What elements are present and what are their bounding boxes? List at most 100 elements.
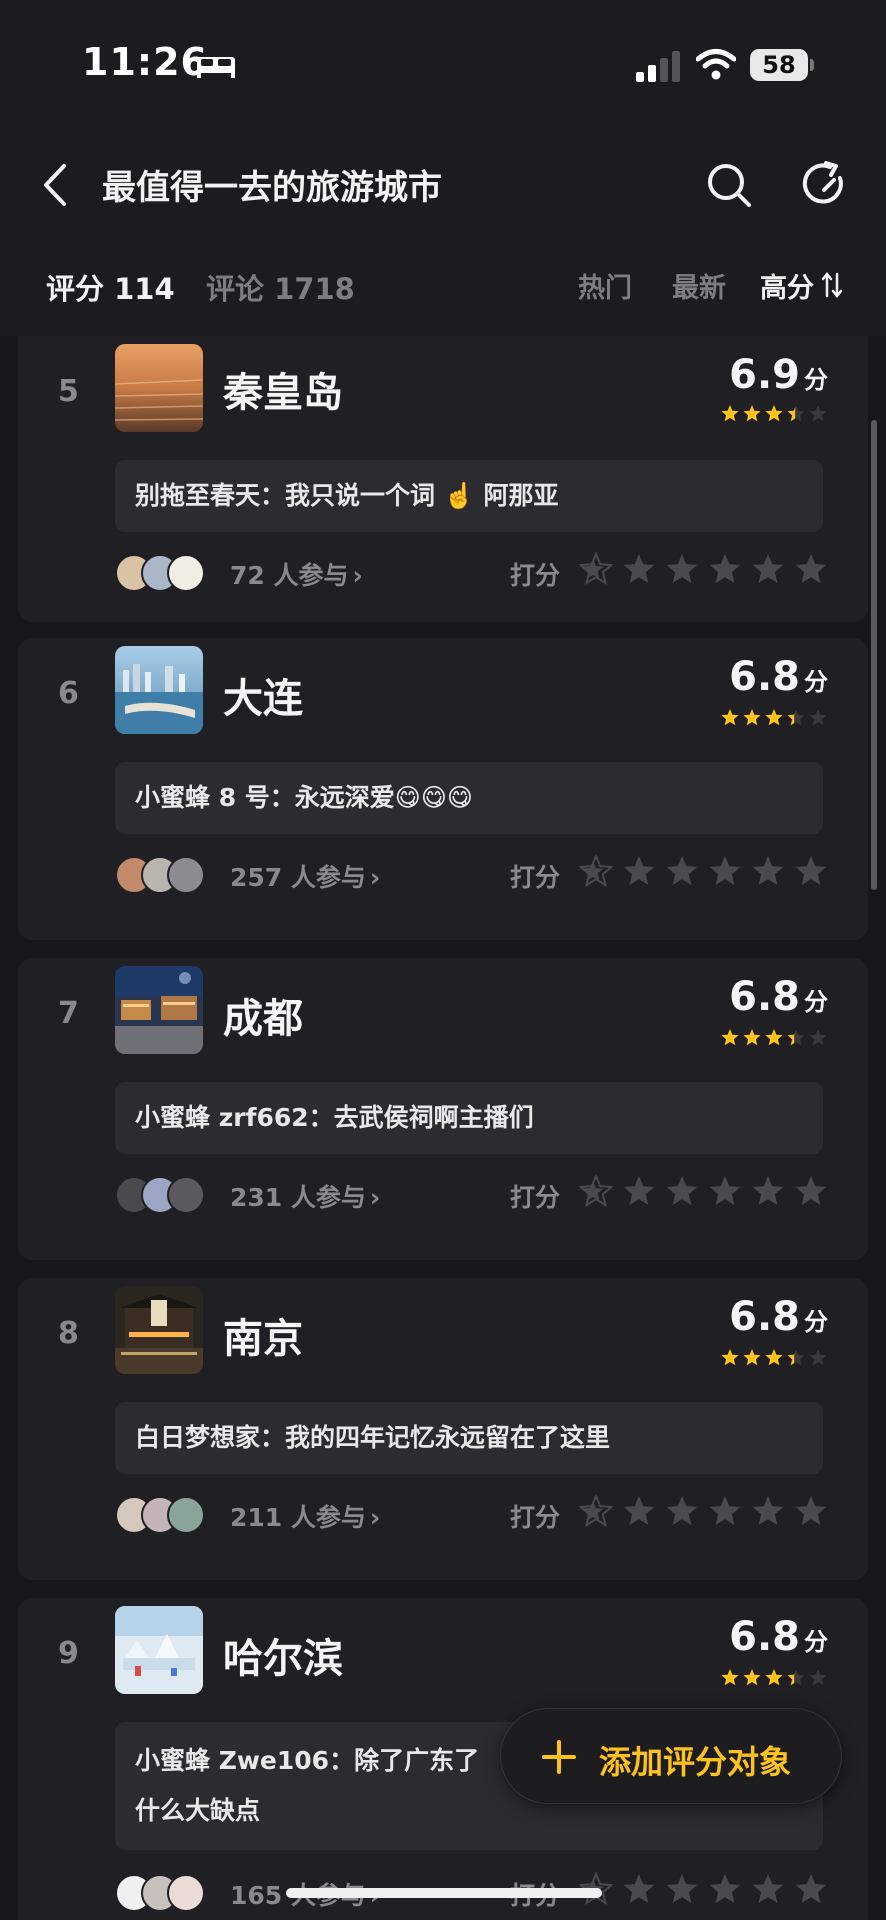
star-input[interactable] (795, 1874, 827, 1903)
star-filled (743, 1349, 761, 1366)
star-input[interactable] (795, 1176, 827, 1205)
star-input[interactable] (709, 1874, 741, 1903)
back-arrow-icon[interactable] (38, 160, 74, 210)
star-input[interactable] (623, 1176, 655, 1205)
star-filled (721, 709, 739, 726)
star-input[interactable] (795, 554, 827, 583)
rate-label: 打分 (510, 1183, 561, 1212)
rate-stars-input[interactable] (578, 552, 830, 588)
participants-count: 211 人参与 (230, 1503, 366, 1532)
rank-number: 5 (58, 374, 79, 409)
star-filled (721, 1349, 739, 1366)
participants-link[interactable]: 231 人参与 › (230, 1178, 380, 1214)
score: 6.8 分 (729, 974, 828, 1020)
top-comment[interactable]: 小蜜蜂 zrf662：去武侯祠啊主播们 (115, 1082, 823, 1154)
star-empty (809, 1669, 827, 1686)
city-name: 哈尔滨 (223, 1636, 343, 1682)
rate-stars-input[interactable] (578, 854, 830, 890)
bed-icon (197, 57, 235, 78)
avatar-group (115, 1874, 205, 1912)
chevron-right-icon: › (369, 1503, 381, 1532)
star-input[interactable] (795, 1496, 827, 1525)
avatar-group (115, 1496, 205, 1534)
star-input[interactable] (623, 1874, 655, 1903)
participants-link[interactable]: 72 人参与 › (230, 556, 363, 592)
list-item[interactable]: 7 成都 6.8 分 小蜜蜂 zrf662：去武侯祠啊主播们 231 人参与 › 打… (18, 958, 868, 1260)
score-stars (721, 405, 827, 422)
rate-stars-input[interactable] (578, 1872, 830, 1908)
star-input[interactable] (623, 856, 655, 885)
star-input[interactable] (623, 554, 655, 583)
sort-hot[interactable]: 热门 (578, 266, 632, 305)
rate-label: 打分 (510, 1503, 561, 1532)
top-comment[interactable]: 白日梦想家：我的四年记忆永远留在了这里 (115, 1402, 823, 1474)
score: 6.9 分 (729, 352, 828, 398)
star-input[interactable] (666, 1874, 698, 1903)
chevron-right-icon: › (352, 561, 363, 590)
city-thumbnail (115, 1606, 203, 1694)
participants-count: 231 人参与 (230, 1183, 366, 1212)
star-input[interactable] (709, 554, 741, 583)
tab-rating[interactable]: 评分 114 (46, 266, 175, 308)
star-filled (765, 709, 783, 726)
sort-order-icon[interactable] (821, 270, 843, 300)
score-unit: 分 (804, 988, 828, 1016)
city-thumbnail (115, 966, 203, 1054)
star-input[interactable] (709, 1496, 741, 1525)
avatar-group (115, 856, 205, 894)
tab-comments[interactable]: 评论 1718 (206, 266, 355, 308)
star-input[interactable] (752, 856, 784, 885)
top-comment[interactable]: 小蜜蜂 8 号：永远深爱😋😋😋 (115, 762, 823, 834)
star-input[interactable] (752, 1874, 784, 1903)
star-input[interactable] (666, 856, 698, 885)
star-input[interactable] (752, 554, 784, 583)
score-unit: 分 (804, 668, 828, 696)
sort-newest[interactable]: 最新 (672, 266, 726, 305)
star-filled (765, 1669, 783, 1686)
home-indicator[interactable] (286, 1888, 602, 1898)
scrollbar[interactable] (871, 420, 877, 890)
star-input[interactable] (795, 856, 827, 885)
participants-count: 257 人参与 (230, 863, 366, 892)
search-icon[interactable] (706, 162, 752, 208)
city-thumbnail (115, 1286, 203, 1374)
rate-stars-input[interactable] (578, 1174, 830, 1210)
city-name: 大连 (223, 676, 303, 722)
star-input[interactable] (666, 1496, 698, 1525)
star-input[interactable] (666, 1176, 698, 1205)
star-input[interactable] (752, 1496, 784, 1525)
score-unit: 分 (804, 1628, 828, 1656)
list-item[interactable]: 5 秦皇岛 6.9 分 别拖至春天：我只说一个词 ☝️ 阿那亚 72 人参与 › 打… (18, 336, 868, 622)
star-input[interactable] (752, 1176, 784, 1205)
city-thumbnail (115, 646, 203, 734)
star-input[interactable] (623, 1496, 655, 1525)
share-refresh-icon[interactable] (800, 160, 848, 208)
participants-link[interactable]: 211 人参与 › (230, 1498, 380, 1534)
tab-bar: 评分 114 评论 1718 热门 最新 高分 (0, 240, 886, 336)
add-rating-object-button[interactable]: 添加评分对象 (500, 1708, 842, 1804)
city-name: 秦皇岛 (223, 370, 343, 416)
star-input[interactable] (709, 856, 741, 885)
avatar (167, 554, 205, 592)
star-empty (809, 1029, 827, 1046)
score-stars (721, 1349, 827, 1366)
top-comment[interactable]: 别拖至春天：我只说一个词 ☝️ 阿那亚 (115, 460, 823, 532)
add-rating-object-label: 添加评分对象 (599, 1743, 792, 1781)
list-item[interactable]: 6 大连 6.8 分 小蜜蜂 8 号：永远深爱😋😋😋 257 人参与 › 打分 (18, 638, 868, 940)
signal-icon (636, 51, 680, 82)
star-input[interactable] (666, 554, 698, 583)
star-filled (721, 1029, 739, 1046)
star-empty (809, 1349, 827, 1366)
plus-icon (542, 1740, 576, 1774)
list-item[interactable]: 8 南京 6.8 分 白日梦想家：我的四年记忆永远留在了这里 211 人参与 › 打… (18, 1278, 868, 1580)
chevron-right-icon: › (369, 1183, 381, 1212)
avatar-group (115, 1176, 205, 1214)
participants-link[interactable]: 257 人参与 › (230, 858, 380, 894)
avatar (167, 856, 205, 894)
sort-highest[interactable]: 高分 (760, 266, 814, 305)
star-filled (721, 405, 739, 422)
rate-stars-input[interactable] (578, 1494, 830, 1530)
score: 6.8 分 (729, 1614, 828, 1660)
star-input[interactable] (709, 1176, 741, 1205)
city-name: 南京 (223, 1316, 303, 1362)
